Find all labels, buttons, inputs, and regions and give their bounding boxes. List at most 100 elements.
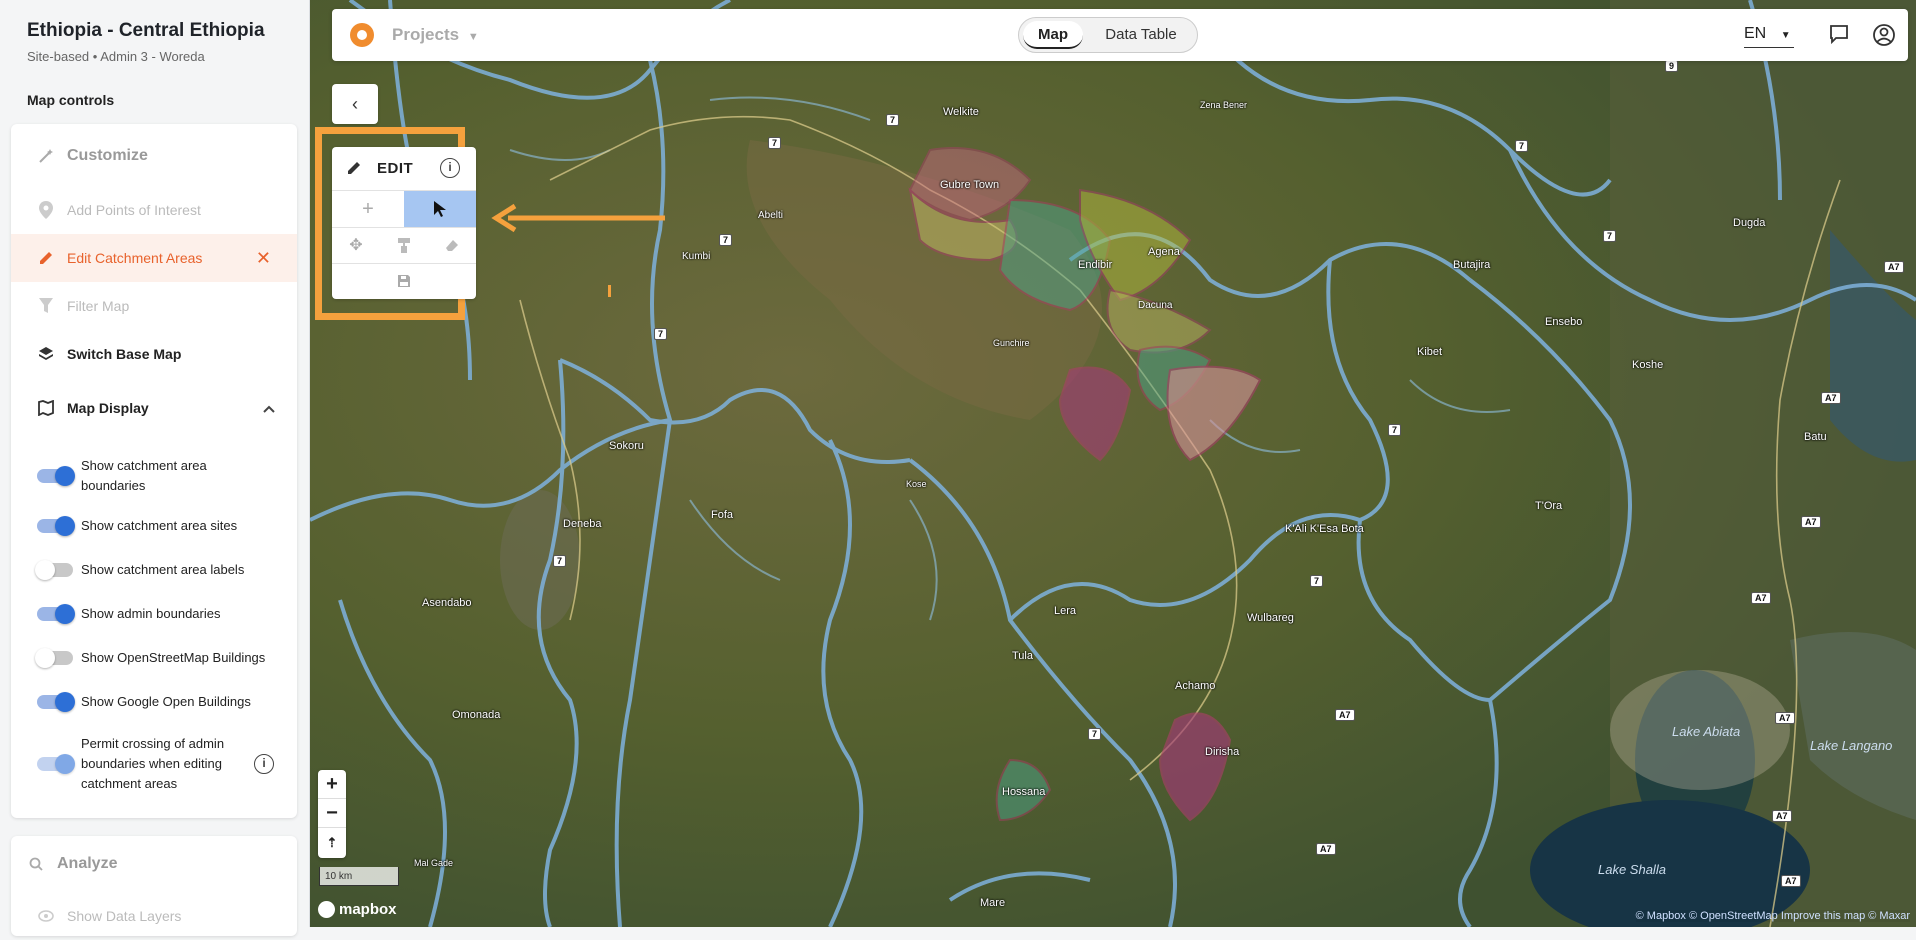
toggle-google-buildings[interactable]	[37, 692, 75, 712]
mapbox-logo[interactable]: mapbox	[318, 901, 397, 918]
place-label: Lera	[1054, 605, 1077, 617]
add-vertex-button[interactable]: +	[332, 191, 404, 227]
tab-data-table[interactable]: Data Table	[1091, 21, 1191, 49]
language-value: EN	[1744, 25, 1767, 42]
toggle-row-boundaries: Show catchment area boundaries	[11, 456, 297, 496]
place-label: T'Ora	[1535, 500, 1563, 512]
place-label: Mal Gade	[414, 858, 454, 868]
cursor-icon	[434, 201, 446, 217]
road-shield: A7	[1801, 516, 1821, 528]
add-poi-label: Add Points of Interest	[67, 202, 201, 218]
close-icon[interactable]: ✕	[256, 248, 271, 269]
switch-base-map-label: Switch Base Map	[67, 346, 182, 362]
filter-map-item[interactable]: Filter Map	[11, 282, 297, 330]
map-canvas[interactable]: Welkite Zena Bener Gubre Town Abelti Kum…	[310, 0, 1916, 927]
projects-dropdown[interactable]: Projects ▼	[392, 25, 479, 45]
magic-wand-icon	[37, 147, 55, 165]
toggle-label: Show catchment area boundaries	[81, 458, 207, 493]
toggle-label: Permit crossing of admin boundaries when…	[81, 736, 225, 791]
map-controls-card: Customize Add Points of Interest Edit Ca…	[11, 124, 297, 818]
chevron-up-icon	[263, 400, 275, 416]
place-label: Zena Bener	[1200, 100, 1248, 110]
plus-icon: +	[362, 197, 374, 220]
place-label: Butajira	[1453, 259, 1491, 271]
language-select[interactable]: EN ▼	[1744, 25, 1794, 48]
toggle-osm-buildings[interactable]	[35, 648, 73, 668]
place-label: Dirisha	[1205, 746, 1240, 758]
road-shield: 7	[886, 114, 900, 126]
road-shield: A7	[1821, 392, 1841, 404]
switch-base-map-item[interactable]: Switch Base Map	[11, 330, 297, 378]
toggle-row-labels: Show catchment area labels	[11, 560, 297, 580]
compass-button[interactable]: ⇡	[318, 828, 346, 857]
map-display-icon	[37, 399, 55, 417]
info-icon[interactable]: i	[254, 754, 274, 774]
toggle-row-osm: Show OpenStreetMap Buildings	[11, 648, 297, 668]
toggle-catchment-boundaries[interactable]	[37, 466, 75, 486]
map-display-header[interactable]: Map Display	[11, 384, 297, 432]
toggle-admin-boundaries[interactable]	[37, 604, 75, 624]
road-shield: 7	[1388, 424, 1402, 436]
edit-title: EDIT	[377, 160, 414, 177]
mapbox-icon	[318, 901, 335, 918]
analyze-section[interactable]: Analyze	[11, 840, 297, 888]
road-shield: 7	[1603, 230, 1617, 242]
road-shield: A7	[1775, 712, 1795, 724]
place-label: Achamo	[1175, 680, 1216, 692]
place-label: Hossana	[1002, 786, 1046, 798]
zoom-in-button[interactable]: +	[318, 770, 346, 799]
road-shield: A7	[1781, 875, 1801, 887]
add-poi-item[interactable]: Add Points of Interest	[11, 186, 297, 234]
toggle-label: Show admin boundaries	[81, 606, 221, 621]
toggle-label: Show catchment area sites	[81, 518, 238, 533]
toggle-row-google: Show Google Open Buildings	[11, 692, 297, 712]
select-tool-button[interactable]	[404, 191, 476, 227]
lake-label: Lake Shalla	[1598, 862, 1666, 877]
filter-map-label: Filter Map	[67, 298, 130, 314]
app-logo-icon[interactable]	[350, 23, 374, 47]
project-title: Ethiopia - Central Ethiopia	[27, 20, 265, 41]
edit-catchment-item[interactable]: Edit Catchment Areas ✕	[11, 234, 297, 282]
analyze-card: Analyze Show Data Layers	[11, 836, 297, 936]
eraser-tool-button[interactable]	[428, 227, 476, 263]
place-label: Welkite	[943, 106, 979, 118]
mapbox-label: mapbox	[339, 901, 397, 918]
road-shield: A7	[1772, 810, 1792, 822]
road-shield: 7	[654, 328, 668, 340]
show-data-layers-item[interactable]: Show Data Layers	[11, 892, 297, 940]
toggle-catchment-labels[interactable]	[35, 560, 73, 580]
layers-icon	[37, 345, 55, 363]
info-icon[interactable]: i	[440, 158, 460, 178]
place-label: Kumbi	[682, 251, 711, 262]
place-label: Koshe	[1632, 359, 1664, 371]
place-label: Batu	[1804, 431, 1827, 443]
paint-tool-button[interactable]	[380, 227, 428, 263]
toggle-row-sites: Show catchment area sites	[11, 516, 297, 536]
place-label: Sokoru	[609, 440, 644, 452]
zoom-out-button[interactable]: −	[318, 799, 346, 828]
feedback-icon[interactable]	[1828, 23, 1852, 47]
sidebar: Ethiopia - Central Ethiopia Site-based •…	[0, 0, 310, 936]
place-label: Asendabo	[422, 597, 472, 609]
road-shield: A7	[1316, 843, 1336, 855]
save-button[interactable]	[368, 263, 440, 299]
toggle-label: Show catchment area labels	[81, 562, 245, 577]
toggle-row-permit: Permit crossing of admin boundaries when…	[11, 734, 297, 794]
place-label: Endibir	[1078, 259, 1113, 271]
road-shield: 7	[553, 555, 567, 567]
place-label: Kibet	[1417, 346, 1443, 358]
toggle-catchment-sites[interactable]	[37, 516, 75, 536]
road-shield: 7	[768, 137, 782, 149]
move-tool-button[interactable]: ✥	[332, 227, 380, 263]
collapse-panel-button[interactable]: ‹	[332, 84, 378, 124]
map-attribution[interactable]: © Mapbox © OpenStreetMap Improve this ma…	[1635, 910, 1910, 922]
tab-map[interactable]: Map	[1023, 21, 1083, 49]
user-account-icon[interactable]	[1872, 23, 1896, 47]
map-controls-label: Map controls	[27, 92, 115, 108]
place-label: Ensebo	[1545, 316, 1583, 328]
toggle-permit-crossing[interactable]	[37, 754, 75, 774]
customize-section[interactable]: Customize	[11, 132, 297, 180]
place-label: Dugda	[1733, 217, 1766, 229]
pencil-icon	[37, 249, 55, 267]
lake-label: Lake Abiata	[1672, 724, 1741, 739]
